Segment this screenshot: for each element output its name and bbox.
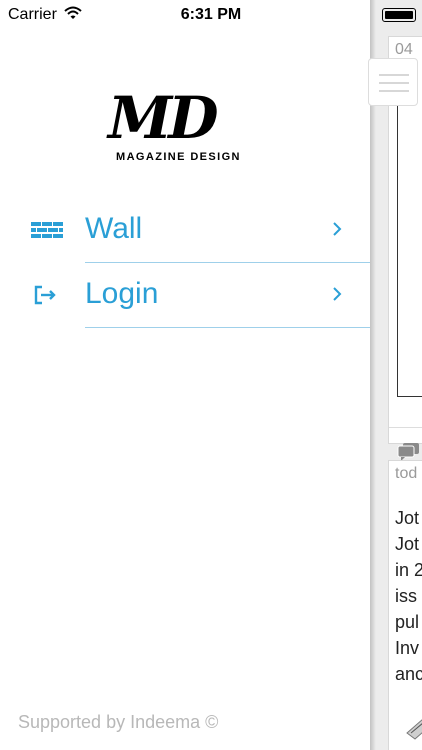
comments-icon[interactable] xyxy=(397,441,421,461)
hamburger-line xyxy=(379,90,409,92)
logo-mark: MD xyxy=(108,84,218,152)
menu-item-wall[interactable]: Wall xyxy=(0,198,370,263)
chevron-right-icon xyxy=(333,222,342,236)
side-menu: MD MAGAZINE DESIGN Wall Login Supported … xyxy=(0,0,370,750)
feed-card[interactable]: tod Jot Jot in 2 iss pul Inv anc xyxy=(388,460,422,750)
feed-card-date: tod xyxy=(395,465,418,482)
menu-edge-shadow xyxy=(370,0,376,750)
login-icon xyxy=(34,285,56,305)
hamburger-line xyxy=(379,74,409,76)
footer-credit: Supported by Indeema © xyxy=(18,712,219,732)
menu-divider xyxy=(85,327,370,328)
menu-item-login[interactable]: Login xyxy=(0,263,370,328)
feed-card-image xyxy=(397,97,422,397)
brick-wall-icon xyxy=(31,222,63,238)
status-bar: Carrier 6:31 PM xyxy=(0,0,422,30)
status-time: 6:31 PM xyxy=(180,6,242,23)
chevron-right-icon xyxy=(333,287,342,301)
divider xyxy=(389,427,422,428)
hamburger-line xyxy=(379,82,409,84)
menu-item-label: Wall xyxy=(85,212,143,245)
menu-item-label: Login xyxy=(85,277,159,310)
menu-toggle-button[interactable] xyxy=(368,58,418,106)
app-logo: MD MAGAZINE DESIGN xyxy=(108,88,258,168)
battery-icon xyxy=(382,8,416,22)
feed-card-date: 04 xyxy=(395,41,413,58)
feed-card-thumbnail xyxy=(406,719,422,740)
logo-subtitle: MAGAZINE DESIGN xyxy=(116,151,241,163)
menu-list: Wall Login xyxy=(0,198,370,328)
feed-background: 04 tod Jot Jot in 2 iss pul Inv anc xyxy=(370,0,422,750)
feed-card-text: Jot Jot in 2 iss pul Inv anc xyxy=(395,508,422,684)
